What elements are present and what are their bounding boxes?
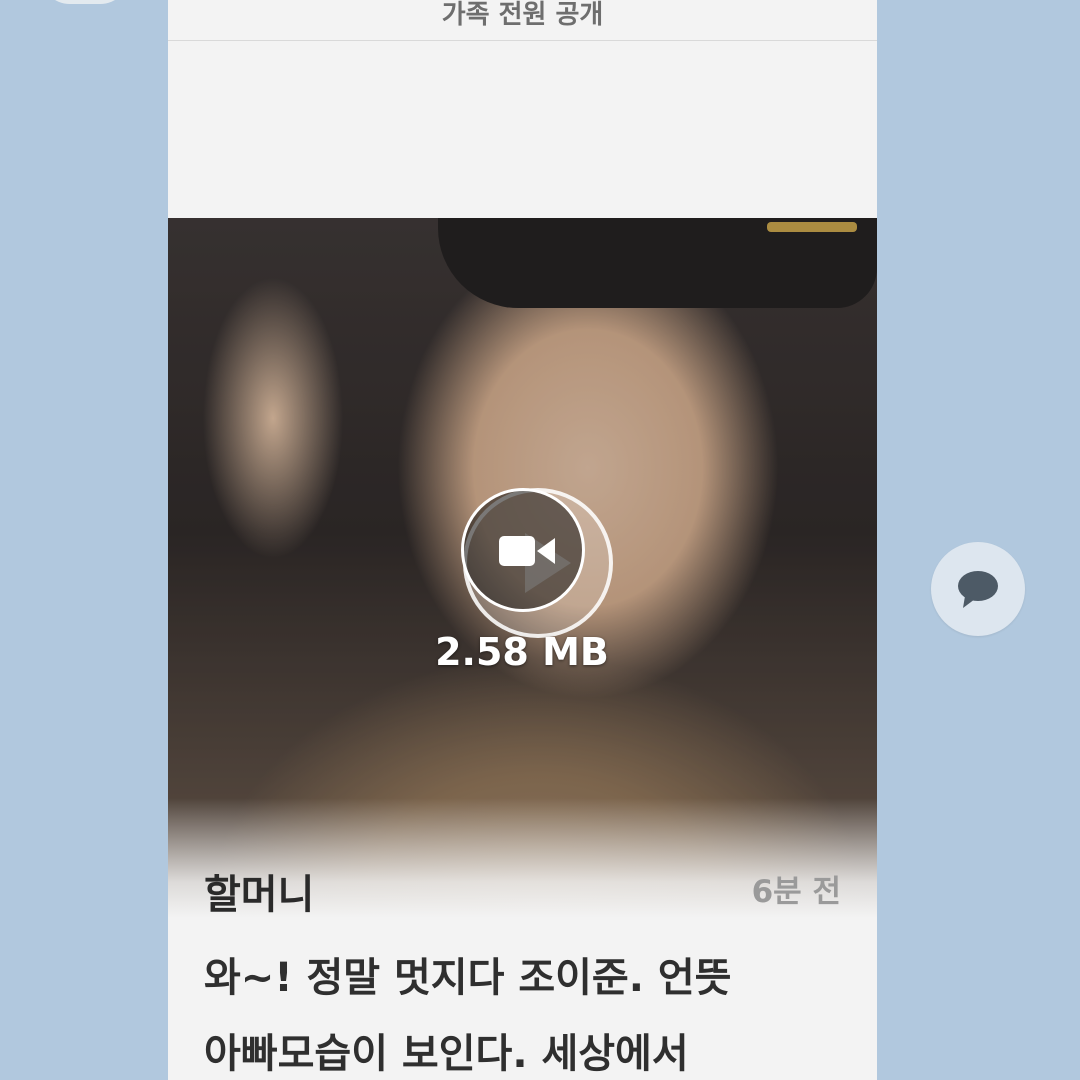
avatar[interactable] bbox=[40, 0, 130, 4]
speech-bubble-icon bbox=[958, 571, 998, 608]
post-message-line: 아빠모습이 보인다. 세상에서 bbox=[204, 1031, 689, 1077]
video-badge[interactable] bbox=[461, 488, 585, 612]
video-file-size: 2.58 MB bbox=[435, 630, 609, 674]
post-timestamp: 6분 전 bbox=[751, 874, 841, 910]
post-author: 할머니 bbox=[204, 872, 315, 918]
post-message: 와~! 정말 멋지다 조이준. 언뜻 아빠모습이 보인다. 세상에서 bbox=[204, 940, 844, 1080]
comment-button[interactable] bbox=[931, 542, 1025, 636]
post-message-line: 와~! 정말 멋지다 조이준. 언뜻 bbox=[204, 955, 732, 1001]
video-camera-icon bbox=[499, 536, 555, 566]
privacy-label: 가족 전원 공개 bbox=[441, 0, 604, 30]
card-header: 가족 전원 공개 bbox=[168, 0, 877, 41]
